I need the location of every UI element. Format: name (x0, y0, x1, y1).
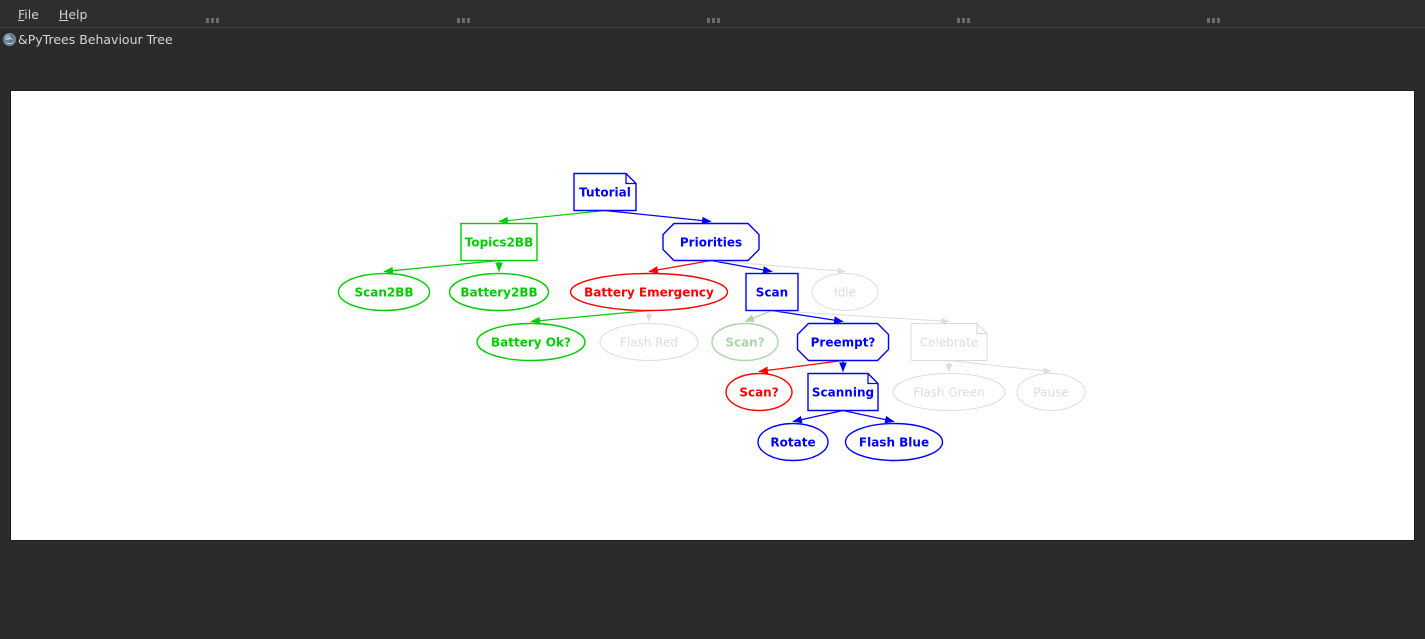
graph-edge (772, 311, 843, 322)
dock-drag-handle[interactable] (1207, 18, 1220, 23)
node-label: Flash Blue (859, 436, 929, 450)
graph-node-scan[interactable]: Scan (746, 274, 798, 311)
node-label: Battery Emergency (584, 286, 714, 300)
graph-node-scanning[interactable]: Scanning (808, 374, 878, 411)
graph-node-priorities[interactable]: Priorities (663, 224, 759, 261)
graph-node-scan2bb[interactable]: Scan2BB (339, 274, 430, 311)
node-label: Scan? (739, 386, 778, 400)
graph-node-scan-q-green[interactable]: Scan? (712, 324, 778, 361)
graph-edge (711, 261, 772, 272)
graph-edge (711, 261, 845, 272)
graph-node-flash-red[interactable]: Flash Red (600, 324, 698, 361)
node-label: Preempt? (811, 336, 876, 350)
graph-node-battery-ok[interactable]: Battery Ok? (477, 324, 585, 361)
graph-edge (649, 261, 711, 272)
graph-edge (772, 311, 949, 322)
graph-edge (843, 411, 894, 422)
graph-node-celebrate[interactable]: Celebrate (911, 324, 987, 361)
graph-edge (745, 311, 772, 322)
graph-node-pause[interactable]: Pause (1017, 374, 1085, 411)
globe-icon (3, 33, 16, 46)
node-label: Idle (834, 286, 856, 300)
node-label: Scanning (812, 386, 874, 400)
timeline-bar: tree/log/tree 0.0s0.5s1.0s1.5s2.0s2.5s3.… (0, 548, 1425, 623)
graph-node-topics2bb[interactable]: Topics2BB (461, 224, 537, 261)
node-label: Celebrate (920, 336, 978, 350)
graph-node-flash-green[interactable]: Flash Green (893, 374, 1005, 411)
main-toolbar: /tree/log/tree ▼ Highlight Fit (0, 50, 1425, 86)
behaviour-tree-graph: Tutorial Topics2BB Scan2BB Battery2BB Priori… (11, 91, 1414, 540)
node-label: Flash Red (620, 336, 678, 350)
graph-edge (605, 211, 711, 222)
node-label: Scan? (725, 336, 764, 350)
graph-node-rotate[interactable]: Rotate (758, 424, 828, 461)
graph-edge (531, 311, 649, 322)
dock-title-label: &PyTrees Behaviour Tree (18, 32, 173, 47)
graph-edge (499, 211, 605, 222)
graph-node-flash-blue[interactable]: Flash Blue (846, 424, 943, 461)
graph-edge (384, 261, 499, 272)
dock-drag-handle[interactable] (206, 18, 219, 23)
node-label: Scan2BB (354, 286, 413, 300)
dock-drag-handle[interactable] (707, 18, 720, 23)
node-label: Rotate (770, 436, 815, 450)
node-label: Priorities (680, 236, 742, 250)
graph-node-scan-q-red[interactable]: Scan? (726, 374, 792, 411)
node-label: Tutorial (579, 186, 631, 200)
graph-node-layer: Tutorial Topics2BB Scan2BB Battery2BB Priori… (339, 174, 1086, 461)
node-label: Flash Green (913, 386, 985, 400)
graph-canvas[interactable]: Tutorial Topics2BB Scan2BB Battery2BB Priori… (10, 90, 1415, 541)
node-label: Battery Ok? (491, 336, 571, 350)
graph-node-preempt[interactable]: Preempt? (798, 324, 889, 361)
dock-handle-row (0, 14, 1425, 28)
graph-node-tutorial[interactable]: Tutorial (574, 174, 636, 211)
graph-node-battery2bb[interactable]: Battery2BB (450, 274, 549, 311)
graph-edge (949, 361, 1051, 372)
node-label: Scan (756, 286, 788, 300)
dock-drag-handle[interactable] (957, 18, 970, 23)
dock-drag-handle[interactable] (457, 18, 470, 23)
pytrees-viewer-window: File Help &PyTrees Behaviour Tree /tree/… (0, 0, 1425, 639)
node-label: Battery2BB (460, 286, 537, 300)
node-label: Pause (1033, 386, 1068, 400)
graph-node-idle[interactable]: Idle (812, 274, 878, 311)
graph-edge (759, 361, 843, 372)
graph-edge (793, 411, 843, 422)
node-label: Topics2BB (465, 236, 533, 250)
dock-title-bar: &PyTrees Behaviour Tree (0, 29, 1425, 49)
toolbar-separator (0, 27, 1425, 28)
graph-node-battery-emergency[interactable]: Battery Emergency (571, 274, 728, 311)
